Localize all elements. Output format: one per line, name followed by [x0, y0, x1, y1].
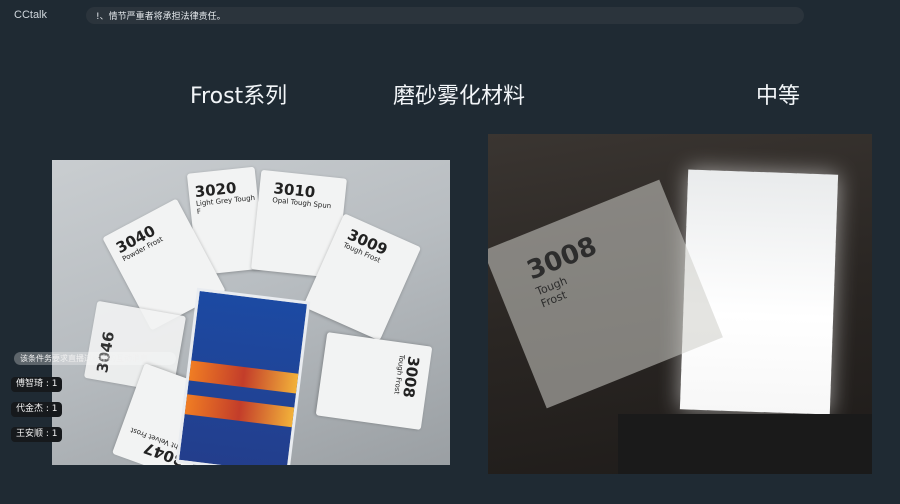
chat-user[interactable]: 王安顺 : 1	[11, 427, 63, 442]
marquee-text: !、情节严重者将承担法律责任。	[96, 12, 226, 22]
chat-user[interactable]: 代金杰 : 1	[11, 402, 63, 417]
photo-right: 3008 Tough Frost	[488, 134, 872, 474]
cinegel-booklet: cinegel	[175, 287, 311, 465]
slide-title-frost: Frost系列	[190, 84, 288, 109]
photo-left: 3020 Light Grey Tough F 3010 Opal Tough …	[52, 160, 450, 465]
announcement-marquee: !、情节严重者将承担法律责任。	[86, 7, 804, 24]
slide-title-material: 磨砂雾化材料	[393, 84, 526, 109]
chat-tip: 该条件务要求直播过程中的互动消息	[14, 352, 176, 365]
chat-user[interactable]: 傅智琦 : 1	[11, 377, 63, 392]
app-title: CCtalk	[14, 9, 48, 21]
slide-title-level: 中等	[756, 84, 801, 109]
filter-card: 3008 Tough Frost	[315, 332, 433, 430]
dark-object	[618, 414, 872, 474]
